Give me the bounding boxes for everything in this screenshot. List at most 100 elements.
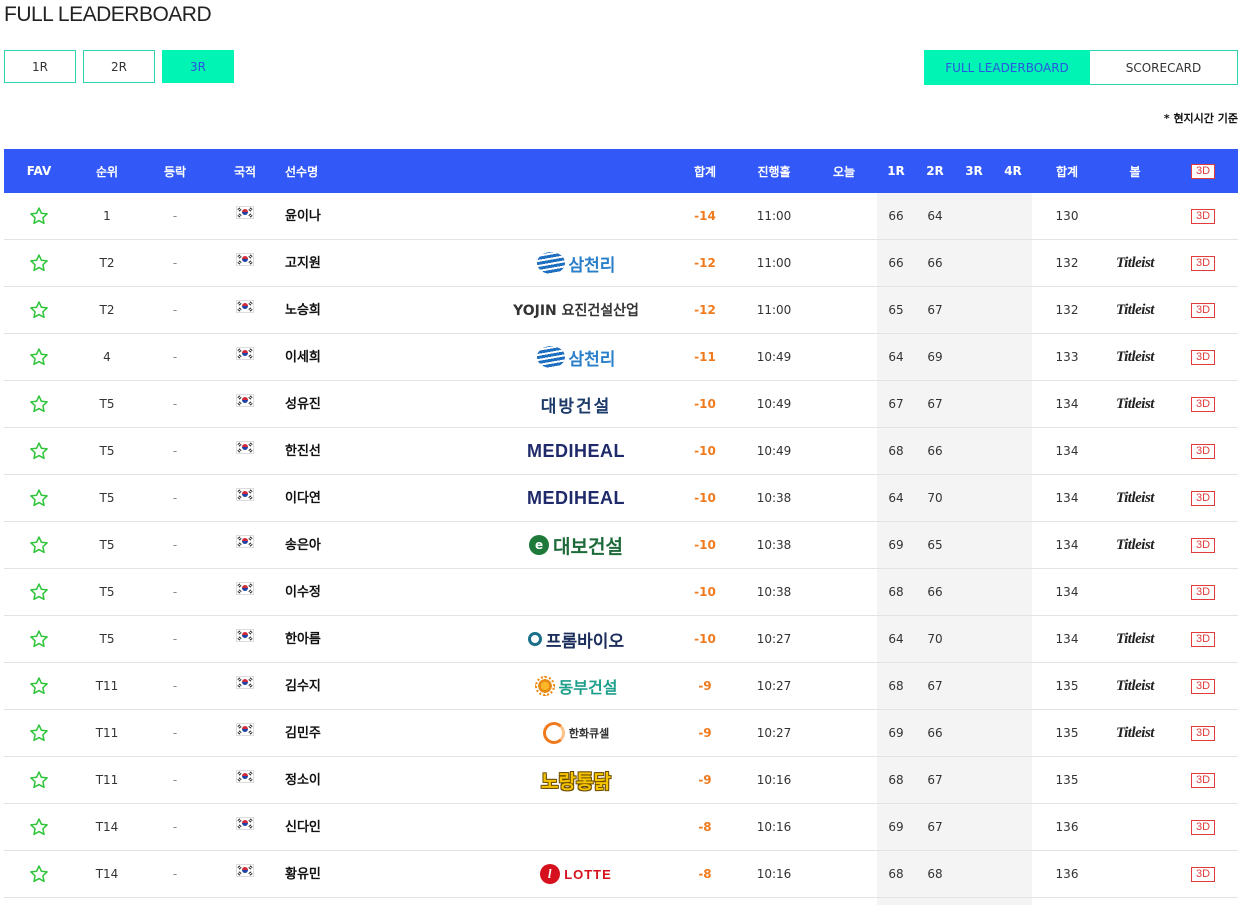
rank-cell: T11 — [95, 679, 119, 693]
player-name[interactable]: 고지원 — [285, 252, 321, 271]
view-3d-button[interactable]: 3D — [1191, 819, 1215, 835]
sponsor-logo-samchully: 삼천리 — [536, 251, 615, 276]
header-rank[interactable]: 순위 — [82, 149, 132, 193]
sponsor-logo-hanwha: 한화큐셀 — [542, 722, 610, 744]
sponsor-cell — [490, 569, 662, 615]
sponsor-cell: 프롬바이오 — [490, 616, 662, 662]
sponsor-cell: 노랑통닭 — [490, 757, 662, 803]
hole-cell: 11:00 — [756, 256, 792, 270]
sponsor-cell: 동부건설 — [490, 663, 662, 709]
view-3d-button[interactable]: 3D — [1191, 443, 1215, 459]
favorite-star-icon[interactable] — [14, 569, 64, 615]
player-name[interactable]: 이수정 — [285, 581, 321, 600]
page-title: FULL LEADERBOARD — [4, 3, 212, 26]
r4-score-cell — [994, 757, 1032, 803]
view-3d-button[interactable]: 3D — [1191, 396, 1215, 412]
view-3d-button[interactable]: 3D — [1191, 537, 1215, 553]
hole-cell: 11:00 — [756, 303, 792, 317]
view-3d-button[interactable]: 3D — [1191, 631, 1215, 647]
view-3d-button[interactable]: 3D — [1191, 866, 1215, 882]
favorite-star-icon[interactable] — [14, 428, 64, 474]
r2-score-cell: 67 — [927, 820, 943, 834]
player-name[interactable]: 윤이나 — [285, 205, 321, 224]
r2-score-cell: 65 — [927, 538, 943, 552]
player-name[interactable]: 김민주 — [285, 722, 321, 741]
today-cell — [819, 428, 869, 474]
player-name[interactable]: 이세희 — [285, 346, 321, 365]
favorite-star-icon[interactable] — [14, 193, 64, 239]
view-3d-button[interactable]: 3D — [1191, 678, 1215, 694]
player-name[interactable]: 신다인 — [285, 816, 321, 835]
sum-cell: 134 — [1055, 491, 1079, 505]
favorite-star-icon[interactable] — [14, 710, 64, 756]
view-3d-button[interactable]: 3D — [1191, 208, 1215, 224]
sum-cell: 135 — [1055, 726, 1079, 740]
tab-round-1[interactable]: 1R — [4, 50, 76, 83]
r4-score-cell — [994, 616, 1032, 662]
player-name[interactable]: 이다연 — [285, 487, 321, 506]
favorite-star-icon[interactable] — [14, 804, 64, 850]
r3-score-cell — [955, 757, 993, 803]
hole-cell: 10:16 — [756, 867, 792, 881]
player-name[interactable]: 황유민 — [285, 863, 321, 882]
hole-cell: 10:38 — [756, 491, 792, 505]
header-total[interactable]: 합계 — [680, 149, 730, 193]
header-sum: 합계 — [1055, 164, 1079, 179]
movement-cell: - — [172, 397, 178, 411]
favorite-star-icon[interactable] — [14, 757, 64, 803]
favorite-star-icon[interactable] — [14, 522, 64, 568]
sponsor-name: 한화큐셀 — [568, 727, 610, 740]
view-3d-button[interactable]: 3D — [1191, 349, 1215, 365]
header-r2: 2R — [926, 164, 944, 178]
favorite-star-icon[interactable] — [14, 663, 64, 709]
view-3d-button[interactable]: 3D — [1191, 255, 1215, 271]
today-cell — [819, 757, 869, 803]
sponsor-name: 동부건설 — [558, 678, 618, 697]
r3-score-cell — [955, 851, 993, 897]
tab-scorecard[interactable]: SCORECARD — [1090, 50, 1238, 85]
sponsor-logo-prombio: 프롬바이오 — [527, 627, 624, 652]
r3-score-cell — [955, 381, 993, 427]
player-name[interactable]: 김수지 — [285, 675, 321, 694]
rank-cell: T2 — [99, 303, 115, 317]
r3-score-cell — [955, 522, 993, 568]
r2-score-cell: 67 — [927, 773, 943, 787]
r1-score-cell: 66 — [888, 209, 904, 223]
korea-flag-icon — [237, 770, 253, 782]
r2-score-cell: 67 — [927, 679, 943, 693]
favorite-star-icon[interactable] — [14, 287, 64, 333]
sponsor-name: 대방건설 — [540, 396, 612, 417]
favorite-star-icon[interactable] — [14, 240, 64, 286]
favorite-star-icon[interactable] — [14, 851, 64, 897]
view-3d-button[interactable]: 3D — [1191, 584, 1215, 600]
tab-round-2[interactable]: 2R — [83, 50, 155, 83]
view-3d-button[interactable]: 3D — [1191, 490, 1215, 506]
r1-score-cell: 65 — [888, 303, 904, 317]
favorite-star-icon[interactable] — [14, 381, 64, 427]
favorite-star-icon[interactable] — [14, 475, 64, 521]
ball-brand-logo: Titleist — [1116, 254, 1154, 271]
sum-cell: 132 — [1055, 303, 1079, 317]
tab-round-3[interactable]: 3R — [162, 50, 234, 83]
tab-full-leaderboard[interactable]: FULL LEADERBOARD — [924, 50, 1090, 85]
player-name[interactable]: 송은아 — [285, 534, 321, 553]
player-name[interactable]: 한진선 — [285, 440, 321, 459]
today-cell — [819, 334, 869, 380]
ball-brand-logo: Titleist — [1116, 677, 1154, 694]
player-name[interactable]: 한아름 — [285, 628, 321, 647]
sum-cell: 135 — [1055, 679, 1079, 693]
view-3d-button[interactable]: 3D — [1191, 772, 1215, 788]
favorite-star-icon[interactable] — [14, 616, 64, 662]
view-3d-button[interactable]: 3D — [1191, 302, 1215, 318]
view-3d-button[interactable]: 3D — [1191, 725, 1215, 741]
hole-cell: 10:49 — [756, 397, 792, 411]
total-score-cell: -10 — [694, 491, 716, 505]
total-score-cell: -10 — [694, 585, 716, 599]
korea-flag-icon — [237, 723, 253, 735]
player-name[interactable]: 노승희 — [285, 299, 321, 318]
player-name[interactable]: 정소이 — [285, 769, 321, 788]
r1-score-cell: 68 — [888, 585, 904, 599]
player-name[interactable]: 성유진 — [285, 393, 321, 412]
favorite-star-icon[interactable] — [14, 334, 64, 380]
hole-cell: 10:38 — [756, 585, 792, 599]
